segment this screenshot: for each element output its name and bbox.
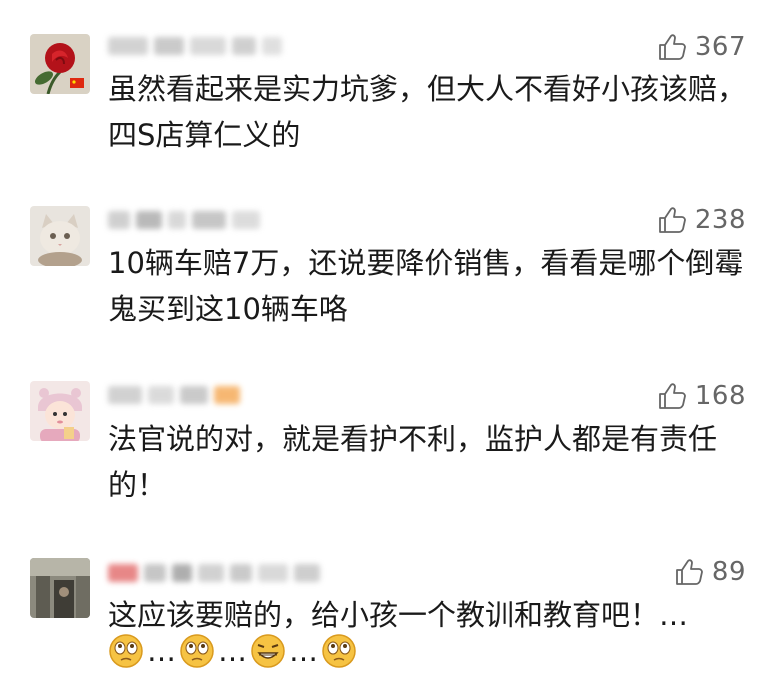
eyes-emoji xyxy=(321,633,357,669)
ellipsis: … xyxy=(289,634,318,668)
username-blurred[interactable] xyxy=(108,380,240,410)
thumbs-up-icon xyxy=(657,205,687,235)
emoji-row: … … … xyxy=(108,628,357,674)
avatar[interactable] xyxy=(30,381,90,441)
username-blurred[interactable] xyxy=(108,558,320,588)
like-count: 89 xyxy=(711,557,746,587)
eyes-emoji xyxy=(179,633,215,669)
like-count: 168 xyxy=(694,381,746,411)
eyes-emoji xyxy=(108,633,144,669)
like-button[interactable]: 168 xyxy=(657,379,746,413)
ellipsis: … xyxy=(147,634,176,668)
username-blurred[interactable] xyxy=(108,31,282,61)
comment-text: 法官说的对，就是看护不利，监护人都是有责任的！ xyxy=(108,422,718,502)
thumbs-up-icon xyxy=(657,381,687,411)
like-count: 367 xyxy=(694,32,746,62)
grin-emoji xyxy=(250,633,286,669)
avatar[interactable] xyxy=(30,34,90,94)
like-count: 238 xyxy=(694,205,746,235)
comment-text: 10辆车赔7万，还说要降价销售，看看是哪个倒霉鬼买到这10辆车咯 xyxy=(108,246,744,326)
avatar[interactable] xyxy=(30,206,90,266)
like-button[interactable]: 238 xyxy=(657,203,746,237)
like-button[interactable]: 367 xyxy=(657,30,746,64)
thumbs-up-icon xyxy=(674,557,704,587)
ellipsis: … xyxy=(218,634,247,668)
username-blurred[interactable] xyxy=(108,205,260,235)
avatar[interactable] xyxy=(30,558,90,618)
like-button[interactable]: 89 xyxy=(674,555,746,589)
comment-text: 虽然看起来是实力坑爹，但大人不看好小孩该赔，四S店算仁义的 xyxy=(108,72,747,152)
thumbs-up-icon xyxy=(657,32,687,62)
